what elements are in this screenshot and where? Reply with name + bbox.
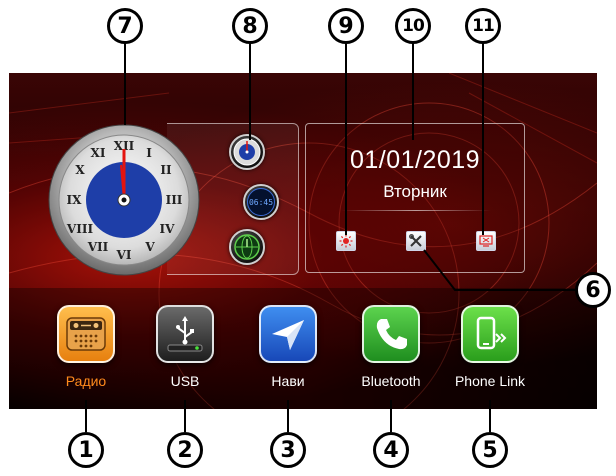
svg-text:IV: IV — [160, 222, 176, 236]
analog-clock[interactable]: XII I II III IV V VI VII VIII IX X XI — [47, 123, 201, 277]
callout-3: 3 — [270, 432, 306, 468]
svg-text:VI: VI — [116, 248, 132, 262]
brightness-icon[interactable] — [336, 231, 356, 251]
callout-2: 2 — [167, 432, 203, 468]
svg-text:XI: XI — [91, 146, 106, 160]
tools-icon[interactable] — [406, 231, 426, 251]
app-phone-link[interactable]: Phone Link — [445, 305, 535, 401]
app-usb[interactable]: USB — [140, 305, 230, 401]
usb-icon — [156, 305, 214, 363]
svg-text:X: X — [75, 163, 85, 177]
app-label-usb: USB — [170, 373, 200, 389]
svg-text:III: III — [166, 193, 183, 207]
app-navigation[interactable]: Нави — [243, 305, 333, 401]
app-label-phone-link: Phone Link — [454, 373, 526, 389]
weekday-display: Вторник — [383, 182, 447, 201]
svg-text:V: V — [144, 240, 155, 254]
navigation-arrow-icon — [259, 305, 317, 363]
app-label-navigation: Нави — [271, 373, 305, 389]
svg-text:VII: VII — [87, 240, 109, 254]
app-label-radio: Радио — [65, 373, 107, 389]
callout-4: 4 — [373, 432, 409, 468]
radio-icon — [57, 305, 115, 363]
screen-off-icon[interactable] — [476, 231, 496, 251]
svg-text:IX: IX — [67, 193, 83, 207]
date-panel: 01/01/2019 Вторник — [305, 123, 525, 273]
svg-text:II: II — [160, 163, 172, 177]
callout-10: 10 — [395, 8, 431, 44]
date-display: 01/01/2019 — [349, 146, 481, 174]
svg-text:I: I — [146, 146, 152, 160]
digital-clock-style-icon[interactable]: 06:45 — [243, 184, 279, 220]
home-screen: XII I II III IV V VI VII VIII IX X XI 06… — [9, 73, 597, 409]
svg-text:VIII: VIII — [66, 222, 94, 236]
date-divider — [341, 210, 491, 211]
callout-5: 5 — [472, 432, 508, 468]
app-radio[interactable]: Радио — [41, 305, 131, 401]
callout-9: 9 — [328, 8, 364, 44]
phone-link-icon — [461, 305, 519, 363]
callout-8: 8 — [232, 8, 268, 44]
analog-clock-style-icon[interactable] — [229, 134, 265, 170]
app-label-bluetooth: Bluetooth — [361, 373, 421, 389]
app-bluetooth[interactable]: Bluetooth — [346, 305, 436, 401]
globe-clock-style-icon[interactable] — [229, 229, 265, 265]
callout-1: 1 — [68, 432, 104, 468]
phone-handset-icon — [362, 305, 420, 363]
digital-clock-preview: 06:45 — [247, 188, 275, 216]
callout-6: 6 — [575, 272, 611, 308]
callout-7: 7 — [107, 8, 143, 44]
callout-11: 11 — [465, 8, 501, 44]
